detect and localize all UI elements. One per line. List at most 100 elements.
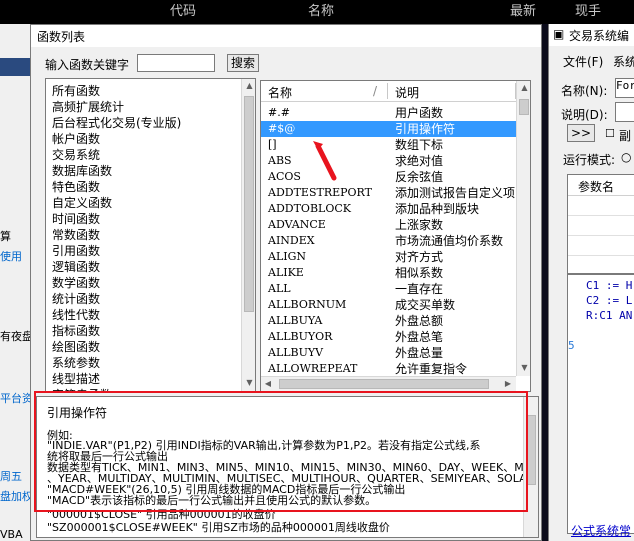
function-desc: 市场流通值均价系数 bbox=[395, 234, 504, 248]
function-row[interactable]: ALLBUYA 外盘总额 bbox=[261, 313, 516, 329]
dialog-title-bar[interactable]: 函数列表 bbox=[31, 25, 541, 47]
function-row[interactable]: ALLBUYOR 外盘总笔 bbox=[261, 329, 516, 345]
table-hscrollbar[interactable]: ◀ ▶ bbox=[261, 376, 516, 391]
table-hscroll-thumb[interactable] bbox=[279, 379, 489, 389]
function-desc: 添加测试报告自定义项 bbox=[395, 186, 516, 200]
function-row[interactable]: [] 数组下标 bbox=[261, 137, 516, 153]
code-editor[interactable]: C1 := H C2 := L R:C1 AN 5 bbox=[567, 274, 634, 534]
function-desc: 反余弦值 bbox=[395, 170, 444, 184]
category-item[interactable]: 绘图函数 bbox=[52, 339, 100, 355]
category-item[interactable]: 逻辑函数 bbox=[52, 259, 100, 275]
category-item[interactable]: 所有函数 bbox=[52, 83, 100, 99]
function-row[interactable]: AINDEX 市场流通值均价系数 bbox=[261, 233, 516, 249]
function-name: ADDTESTREPORT bbox=[268, 186, 372, 199]
sub-label: 副 bbox=[619, 129, 632, 143]
checkbox-icon[interactable]: ☐ bbox=[605, 127, 615, 140]
desc-input[interactable] bbox=[615, 102, 634, 122]
function-desc: 外盘总量 bbox=[395, 346, 444, 360]
bg-text-1: 算 bbox=[0, 230, 11, 243]
table-scrollbar[interactable]: ▲ ▼ bbox=[516, 81, 530, 376]
function-name: ALLBUYOR bbox=[268, 330, 333, 343]
function-row[interactable]: #$@ 引用操作符 bbox=[261, 121, 516, 137]
category-item[interactable]: 数据库函数 bbox=[52, 163, 112, 179]
bg-text-5[interactable]: 周五 bbox=[0, 468, 22, 484]
background-quote-header: 代码 名称 最新 现手 bbox=[0, 0, 634, 24]
bg-text-7: VBA bbox=[0, 528, 23, 541]
background-highlight-band bbox=[0, 58, 30, 76]
sort-indicator-icon: / bbox=[373, 84, 378, 98]
function-row[interactable]: ACOS 反余弦值 bbox=[261, 169, 516, 185]
category-item[interactable]: 引用函数 bbox=[52, 243, 100, 259]
scroll-up-icon[interactable]: ▲ bbox=[242, 79, 255, 93]
header-divider[interactable] bbox=[387, 83, 388, 99]
function-name: AINDEX bbox=[268, 234, 315, 247]
function-name: ADDTOBLOCK bbox=[268, 202, 351, 215]
category-scroll-thumb[interactable] bbox=[244, 96, 254, 312]
category-item[interactable]: 系统参数 bbox=[52, 355, 100, 371]
function-row[interactable]: ADDTOBLOCK 添加品种到版块 bbox=[261, 201, 516, 217]
bg-text-2[interactable]: 使用 bbox=[0, 248, 22, 264]
table-scroll-thumb[interactable] bbox=[519, 99, 529, 115]
category-item[interactable]: 高频扩展统计 bbox=[52, 99, 124, 115]
scroll-up-icon[interactable]: ▲ bbox=[517, 81, 530, 95]
expand-button[interactable]: >> bbox=[567, 124, 595, 142]
code-line: C2 := L bbox=[586, 294, 633, 307]
category-item[interactable]: 交易系统 bbox=[52, 147, 100, 163]
editor-icon: ▣ bbox=[553, 27, 565, 41]
function-name: ABS bbox=[268, 154, 292, 167]
function-name: ALIGN bbox=[268, 250, 307, 263]
function-name: ALL bbox=[268, 282, 291, 295]
keyword-input[interactable] bbox=[137, 54, 215, 72]
scroll-down-icon[interactable]: ▼ bbox=[242, 376, 255, 390]
function-row[interactable]: ALLOWREPEAT 允许重复指令 bbox=[261, 361, 516, 377]
category-item[interactable]: 帐户函数 bbox=[52, 131, 100, 147]
menu-file[interactable]: 文件(F) bbox=[563, 53, 603, 70]
category-item[interactable]: 特色函数 bbox=[52, 179, 100, 195]
category-item[interactable]: 时间函数 bbox=[52, 211, 100, 227]
scroll-down-icon[interactable]: ▼ bbox=[517, 361, 530, 375]
function-row[interactable]: ALIGN 对齐方式 bbox=[261, 249, 516, 265]
category-scrollbar[interactable]: ▲ ▼ bbox=[241, 79, 255, 391]
function-desc: 求绝对值 bbox=[395, 154, 444, 168]
header-desc[interactable]: 说明 bbox=[395, 84, 419, 101]
function-name: ALIKE bbox=[268, 266, 304, 279]
function-row[interactable]: ADDTESTREPORT 添加测试报告自定义项 bbox=[261, 185, 516, 201]
function-desc: 外盘总笔 bbox=[395, 330, 444, 344]
category-item[interactable]: 后台程式化交易(专业版) bbox=[52, 115, 181, 131]
background-left-panel: 算 使用 有夜盘 平台资 周五 盘加权 VBA bbox=[0, 24, 33, 541]
function-name: ALLBORNUM bbox=[268, 298, 347, 311]
category-item[interactable]: 常数函数 bbox=[52, 227, 100, 243]
header-name[interactable]: 名称 bbox=[268, 84, 292, 101]
function-row[interactable]: ALIKE 相似系数 bbox=[261, 265, 516, 281]
formula-link[interactable]: 公式系统常 bbox=[571, 522, 631, 539]
function-desc: 用户函数 bbox=[395, 106, 444, 120]
function-row[interactable]: ALLBUYV 外盘总量 bbox=[261, 345, 516, 361]
function-name: #$@ bbox=[268, 122, 296, 135]
category-item[interactable]: 统计函数 bbox=[52, 291, 100, 307]
bg-text-6[interactable]: 盘加权 bbox=[0, 488, 33, 504]
run-mode-label: 运行模式: bbox=[563, 153, 616, 167]
category-item[interactable]: 数学函数 bbox=[52, 275, 100, 291]
editor-title-bar[interactable]: ▣ 交易系统编 bbox=[549, 24, 634, 46]
category-item[interactable]: 线型描述 bbox=[52, 371, 100, 387]
category-item[interactable]: 指标函数 bbox=[52, 323, 100, 339]
search-button[interactable]: 搜索 bbox=[227, 54, 259, 72]
function-row[interactable]: ALL 一直存在 bbox=[261, 281, 516, 297]
function-row[interactable]: ADVANCE 上涨家数 bbox=[261, 217, 516, 233]
scroll-right-icon[interactable]: ▶ bbox=[501, 377, 515, 391]
function-table[interactable]: 名称 / 说明 #.# 用户函数 #$@ 引用操作符[] 数组下标 ABS 求绝对值 ACOS… bbox=[260, 80, 531, 392]
bg-text-4[interactable]: 平台资 bbox=[0, 390, 33, 406]
category-item[interactable]: 线性代数 bbox=[52, 307, 100, 323]
function-row[interactable]: #.# 用户函数 bbox=[261, 105, 516, 121]
name-input[interactable]: For bbox=[615, 78, 634, 98]
menu-system[interactable]: 系统 bbox=[613, 53, 634, 70]
category-item[interactable]: 自定义函数 bbox=[52, 195, 112, 211]
function-name: [] bbox=[268, 138, 277, 151]
function-row[interactable]: ALLBORNUM 成交买单数 bbox=[261, 297, 516, 313]
parameter-table[interactable]: 参数名 bbox=[567, 174, 634, 274]
function-row[interactable]: ABS 求绝对值 bbox=[261, 153, 516, 169]
radio-icon[interactable]: ○ bbox=[621, 150, 631, 164]
param-header[interactable]: 参数名 bbox=[578, 178, 614, 195]
category-list[interactable]: 所有函数 高频扩展统计 后台程式化交易(专业版) 帐户函数 交易系统 数据库函数 特色函数自… bbox=[45, 78, 256, 392]
scroll-left-icon[interactable]: ◀ bbox=[261, 377, 275, 391]
